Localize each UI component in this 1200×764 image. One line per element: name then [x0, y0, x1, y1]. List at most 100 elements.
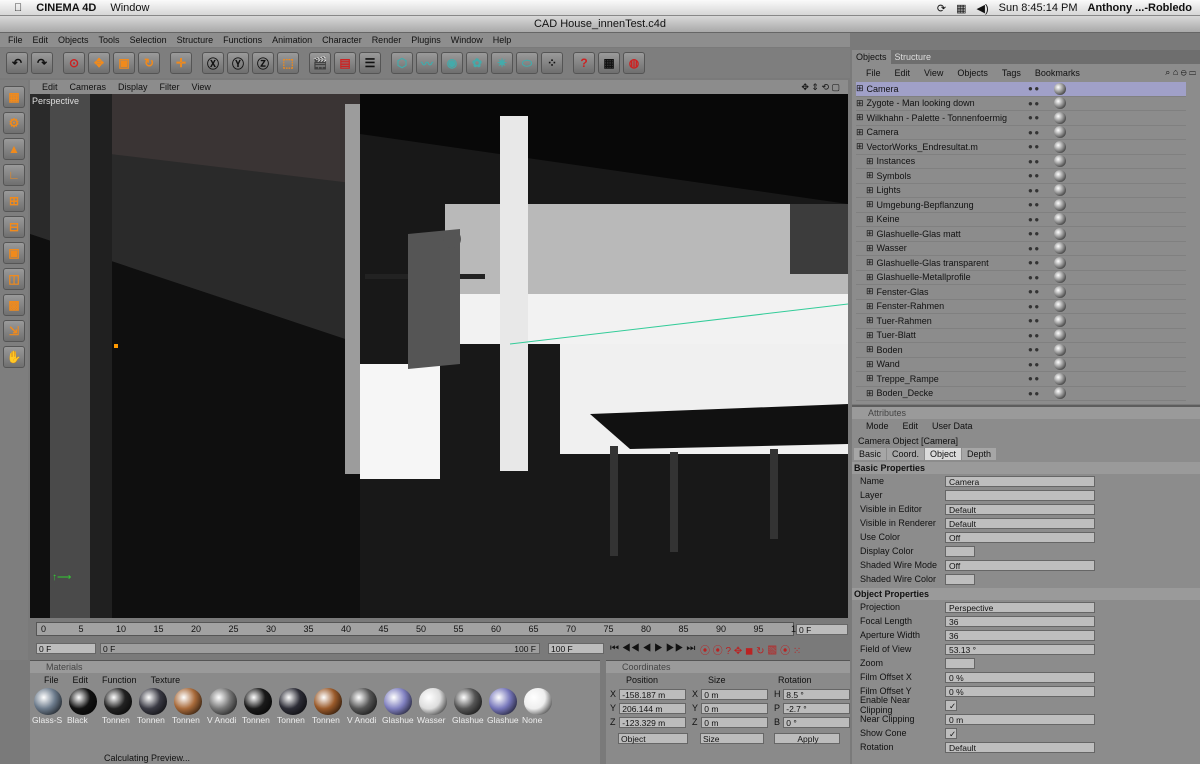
material-swatch[interactable]: Wasser	[417, 688, 449, 724]
attribute-value[interactable]: 36	[945, 615, 1095, 627]
expand-icon[interactable]: ⊞	[866, 185, 874, 196]
coord-mode-select[interactable]: Object	[618, 732, 688, 744]
tab-objects[interactable]: Objects	[852, 50, 891, 64]
checker-icon[interactable]: ▩	[3, 294, 25, 316]
app-menu[interactable]: CINEMA 4D	[36, 2, 96, 14]
attribute-value[interactable]	[945, 489, 1095, 501]
cube-icon[interactable]: ⬡	[391, 52, 413, 74]
menu-selection[interactable]: Selection	[130, 35, 167, 45]
visibility-dots-icon[interactable]: ● ●	[1028, 316, 1039, 325]
visibility-dots-icon[interactable]: ● ●	[1028, 142, 1039, 151]
attribute-value[interactable]: ✓	[945, 699, 957, 711]
position-field[interactable]: -123.329 m	[619, 716, 686, 728]
expand-icon[interactable]: ⊞	[866, 286, 874, 297]
help-pointer-icon[interactable]: ?	[573, 52, 595, 74]
object-row[interactable]: ⊞ Camera ● ●	[856, 126, 1186, 140]
attribute-value[interactable]: 0 %	[945, 671, 1095, 683]
search-icon[interactable]: ⌕ ⌂ ⊖ ▭	[1165, 67, 1196, 78]
live-selection-icon[interactable]: ⊙	[63, 52, 85, 74]
object-row[interactable]: ⊞ Wand ● ●	[856, 358, 1186, 372]
mat-menu-edit[interactable]: Edit	[73, 675, 89, 685]
attribute-value[interactable]	[945, 657, 975, 669]
material-swatch[interactable]: V Anodi	[347, 688, 379, 724]
volume-icon[interactable]: ◀)	[977, 2, 989, 15]
expand-icon[interactable]: ⊞	[866, 228, 874, 239]
material-tag-icon[interactable]	[1054, 314, 1066, 327]
flag-icon[interactable]: ▦	[956, 2, 966, 15]
tab-basic[interactable]: Basic	[854, 448, 887, 460]
object-row[interactable]: ⊞ Wasser ● ●	[856, 242, 1186, 256]
visibility-dots-icon[interactable]: ● ●	[1028, 331, 1039, 340]
rotation-field[interactable]: -2.7 °	[783, 702, 850, 714]
tab-structure[interactable]: Structure	[891, 50, 936, 64]
object-row[interactable]: ⊞ Fenster-Rahmen ● ●	[856, 300, 1186, 314]
tab-object[interactable]: Object	[925, 448, 962, 460]
expand-icon[interactable]: ⊞	[866, 373, 874, 384]
material-swatch[interactable]: Tonnen	[102, 688, 134, 724]
material-tag-icon[interactable]	[1054, 111, 1066, 124]
attribute-value[interactable]: ✓	[945, 727, 957, 739]
attribute-value[interactable]: Default	[945, 517, 1095, 529]
menu-plugins[interactable]: Plugins	[411, 35, 441, 45]
obj-menu-edit[interactable]: Edit	[895, 68, 911, 78]
position-field[interactable]: 206.144 m	[619, 702, 686, 714]
visibility-dots-icon[interactable]: ● ●	[1028, 200, 1039, 209]
expand-icon[interactable]: ⊞	[856, 83, 864, 94]
expand-icon[interactable]: ⊞	[866, 315, 874, 326]
timeline-ruler[interactable]: 0510152025303540455055606570758085909510…	[36, 622, 806, 636]
material-tag-icon[interactable]	[1054, 285, 1066, 298]
viewport-menu-cameras[interactable]: Cameras	[70, 82, 107, 92]
material-swatch[interactable]: Black	[67, 688, 99, 724]
attribute-value[interactable]: Off	[945, 559, 1095, 571]
material-swatch[interactable]: Glashue	[452, 688, 484, 724]
visibility-dots-icon[interactable]: ● ●	[1028, 374, 1039, 383]
visibility-dots-icon[interactable]: ● ●	[1028, 157, 1039, 166]
object-row[interactable]: ⊞ Wilkhahn - Palette - Tonnenfoermig ● ●	[856, 111, 1186, 126]
material-tag-icon[interactable]	[1054, 387, 1066, 400]
material-tag-icon[interactable]	[1054, 198, 1066, 211]
attribute-value[interactable]: Default	[945, 741, 1095, 753]
scene-icon[interactable]: ⬭	[516, 52, 538, 74]
visibility-dots-icon[interactable]: ● ●	[1028, 244, 1039, 253]
size-field[interactable]: 0 m	[701, 702, 768, 714]
rotation-field[interactable]: 0 °	[783, 716, 850, 728]
attribute-value[interactable]: Off	[945, 531, 1095, 543]
attribute-value[interactable]: Camera	[945, 475, 1095, 487]
material-tag-icon[interactable]	[1054, 140, 1066, 153]
object-row[interactable]: ⊞ Symbols ● ●	[856, 169, 1186, 184]
material-tag-icon[interactable]	[1054, 82, 1066, 95]
visibility-dots-icon[interactable]: ● ●	[1028, 287, 1039, 296]
web-icon[interactable]: ◍	[623, 52, 645, 74]
apple-icon[interactable]: 	[14, 2, 22, 14]
object-row[interactable]: ⊞ Fenster-Glas ● ●	[856, 285, 1186, 300]
material-swatch[interactable]: Tonnen	[137, 688, 169, 724]
array-icon[interactable]: ✿	[466, 52, 488, 74]
perspective-viewport[interactable]: Perspective ↑⟶	[30, 94, 848, 618]
viewport-menu-edit[interactable]: Edit	[42, 82, 58, 92]
viewport-menu-view[interactable]: View	[192, 82, 211, 92]
material-tag-icon[interactable]	[1054, 126, 1066, 139]
render-view-icon[interactable]: 🎬	[309, 52, 331, 74]
apply-button[interactable]: Apply	[774, 732, 840, 744]
window-menu[interactable]: Window	[110, 2, 149, 14]
material-tag-icon[interactable]	[1054, 155, 1066, 168]
material-tag-icon[interactable]	[1054, 169, 1066, 182]
expand-icon[interactable]: ⊞	[866, 170, 874, 181]
menu-edit[interactable]: Edit	[33, 35, 49, 45]
obj-menu-tags[interactable]: Tags	[1002, 68, 1021, 78]
material-tag-icon[interactable]	[1054, 97, 1066, 110]
make-editable-icon[interactable]: ⚙	[3, 112, 25, 134]
object-row[interactable]: ⊞ Tuer-Blatt ● ●	[856, 329, 1186, 343]
visibility-dots-icon[interactable]: ● ●	[1028, 113, 1039, 122]
material-tag-icon[interactable]	[1054, 184, 1066, 197]
material-swatch[interactable]: Glass-S	[32, 688, 64, 724]
render-settings-icon[interactable]: ☰	[359, 52, 381, 74]
points-mode-icon[interactable]: ⊞	[3, 190, 25, 212]
mat-menu-file[interactable]: File	[44, 675, 59, 685]
attribute-value[interactable]	[945, 545, 975, 557]
menu-functions[interactable]: Functions	[223, 35, 262, 45]
playback-controls[interactable]: ⏮ ◀◀ ◀ ▶ ▶▶ ⏭	[610, 643, 695, 654]
material-swatch[interactable]: Tonnen	[312, 688, 344, 724]
tab-coord[interactable]: Coord.	[887, 448, 925, 460]
object-row[interactable]: ⊞ VectorWorks_Endresultat.m ● ●	[856, 140, 1186, 155]
